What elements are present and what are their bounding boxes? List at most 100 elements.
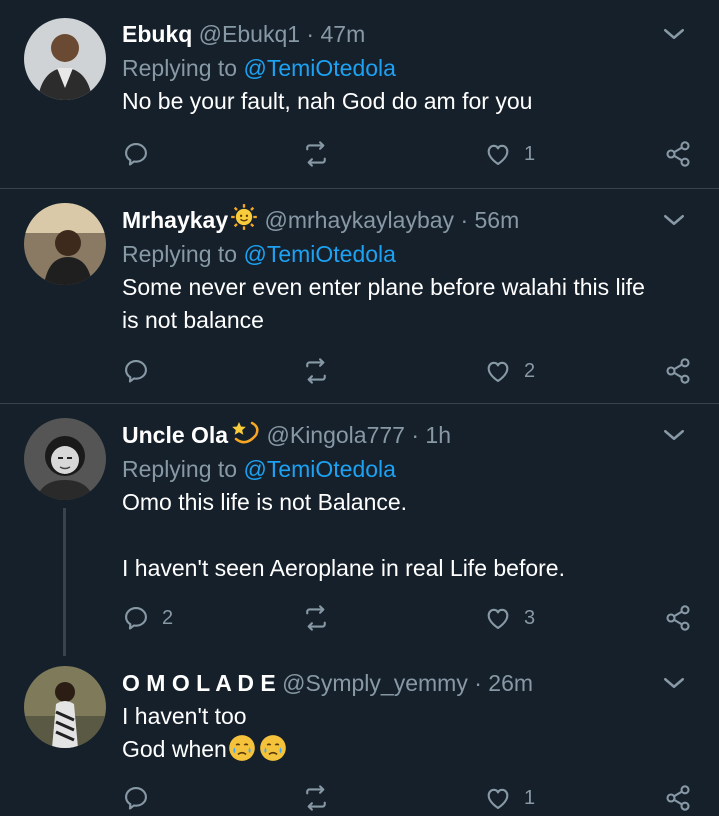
avatar[interactable] (24, 418, 106, 500)
retweet-button[interactable] (302, 353, 330, 389)
like-button[interactable]: 2 (484, 353, 535, 389)
mention-link[interactable]: @TemiOtedola (243, 55, 395, 81)
reply-button[interactable] (122, 353, 162, 389)
reply-icon (122, 140, 150, 168)
timestamp[interactable]: 47m (320, 21, 365, 47)
thread-line (63, 508, 66, 656)
sun-with-face-emoji (230, 203, 258, 240)
retweet-icon (302, 140, 330, 168)
tweet-text-line-with-emoji: God when (122, 733, 689, 766)
heart-icon (484, 357, 512, 385)
reply-button[interactable]: 2 (122, 600, 173, 636)
tweet[interactable]: O M O L A D E @Symply_yemmy · 26m I have… (0, 656, 719, 814)
chevron-down-icon[interactable] (659, 19, 689, 49)
share-icon (664, 357, 692, 385)
retweet-icon (302, 357, 330, 385)
tweet-header: Uncle Ola @Kingola777 · 1h (122, 418, 689, 452)
chevron-down-icon[interactable] (659, 668, 689, 698)
share-button[interactable] (664, 136, 692, 172)
like-button[interactable]: 1 (484, 780, 535, 816)
retweet-button[interactable] (302, 136, 330, 172)
user-handle[interactable]: @Symply_yemmy (282, 670, 468, 696)
reply-icon (122, 604, 150, 632)
reply-icon (122, 357, 150, 385)
tweet-actions: 1 (122, 780, 702, 816)
mention-link[interactable]: @TemiOtedola (243, 241, 395, 267)
retweet-icon (302, 604, 330, 632)
share-icon (664, 140, 692, 168)
tweet-actions: 2 (122, 353, 702, 389)
retweet-button[interactable] (302, 780, 330, 816)
mention-link[interactable]: @TemiOtedola (243, 456, 395, 482)
tweet-text: Some never even enter plane before walah… (122, 271, 689, 337)
like-button[interactable]: 3 (484, 600, 535, 636)
timestamp[interactable]: 1h (425, 422, 451, 448)
tweet-actions: 2 3 (122, 600, 702, 636)
display-name[interactable]: Ebukq (122, 21, 192, 47)
timestamp[interactable]: 26m (488, 670, 533, 696)
heart-icon (484, 140, 512, 168)
chevron-down-icon[interactable] (659, 420, 689, 450)
tweet-actions: 1 (122, 136, 702, 172)
display-name[interactable]: Uncle Ola (122, 422, 228, 448)
display-name[interactable]: O M O L A D E (122, 670, 276, 696)
separator-dot: · (460, 207, 469, 233)
replying-to: Replying to @TemiOtedola (122, 237, 689, 271)
tweet-header: O M O L A D E @Symply_yemmy · 26m (122, 666, 689, 700)
avatar[interactable] (24, 666, 106, 748)
share-icon (664, 784, 692, 812)
tweet[interactable]: Uncle Ola @Kingola777 · 1h Replying to @… (0, 404, 719, 656)
share-button[interactable] (664, 353, 692, 389)
tweet-text: No be your fault, nah God do am for you (122, 85, 689, 118)
tweet-text-line (122, 519, 689, 552)
avatar[interactable] (24, 18, 106, 100)
like-count: 1 (524, 142, 536, 165)
tweet-text-line: Omo this life is not Balance. (122, 489, 408, 515)
dizzy-emoji (230, 419, 260, 454)
reply-button[interactable] (122, 136, 162, 172)
user-handle[interactable]: @mrhaykaylaybay (265, 207, 455, 233)
tweet-header: Mrhaykay @mrhaykaylaybay · 56m (122, 203, 689, 237)
replying-to: Replying to @TemiOtedola (122, 51, 689, 85)
tweet-text-line: God when (122, 736, 227, 762)
like-count: 1 (524, 786, 536, 809)
like-button[interactable]: 1 (484, 136, 535, 172)
replying-to-label: Replying to (122, 456, 238, 482)
reply-icon (122, 784, 150, 812)
share-button[interactable] (664, 600, 692, 636)
avatar[interactable] (24, 203, 106, 285)
chevron-down-icon[interactable] (659, 205, 689, 235)
tweet[interactable]: Ebukq @Ebukq1 · 47m Replying to @TemiOte… (0, 0, 719, 188)
tweet-header: Ebukq @Ebukq1 · 47m (122, 17, 689, 51)
replying-to-label: Replying to (122, 55, 238, 81)
replying-to: Replying to @TemiOtedola (122, 452, 689, 486)
retweet-icon (302, 784, 330, 812)
tweet-text-line: Some never even enter plane before walah… (122, 274, 645, 300)
separator-dot: · (411, 422, 420, 448)
tweet-text-line: I haven't too (122, 703, 247, 729)
tweet-text: Omo this life is not Balance. I haven't … (122, 486, 689, 585)
tweet-text: I haven't too God when (122, 700, 689, 766)
tweet-text-line: No be your fault, nah God do am for you (122, 88, 533, 114)
tweet-text-line: I haven't seen Aeroplane in real Life be… (122, 555, 565, 581)
crying-face-emoji (259, 734, 287, 762)
heart-icon (484, 604, 512, 632)
like-count: 3 (524, 606, 536, 629)
tweet[interactable]: Mrhaykay @mrhaykaylaybay · 56m Replying … (0, 189, 719, 403)
user-handle[interactable]: @Kingola777 (267, 422, 405, 448)
heart-icon (484, 784, 512, 812)
reply-count: 2 (162, 606, 174, 629)
display-name[interactable]: Mrhaykay (122, 207, 228, 233)
like-count: 2 (524, 359, 536, 382)
share-icon (664, 604, 692, 632)
share-button[interactable] (664, 780, 692, 816)
crying-face-emoji (228, 734, 256, 762)
retweet-button[interactable] (302, 600, 330, 636)
tweet-text-line: is not balance (122, 307, 264, 333)
replying-to-label: Replying to (122, 241, 238, 267)
separator-dot: · (306, 21, 315, 47)
timestamp[interactable]: 56m (475, 207, 520, 233)
user-handle[interactable]: @Ebukq1 (199, 21, 300, 47)
reply-button[interactable] (122, 780, 162, 816)
separator-dot: · (474, 670, 482, 696)
